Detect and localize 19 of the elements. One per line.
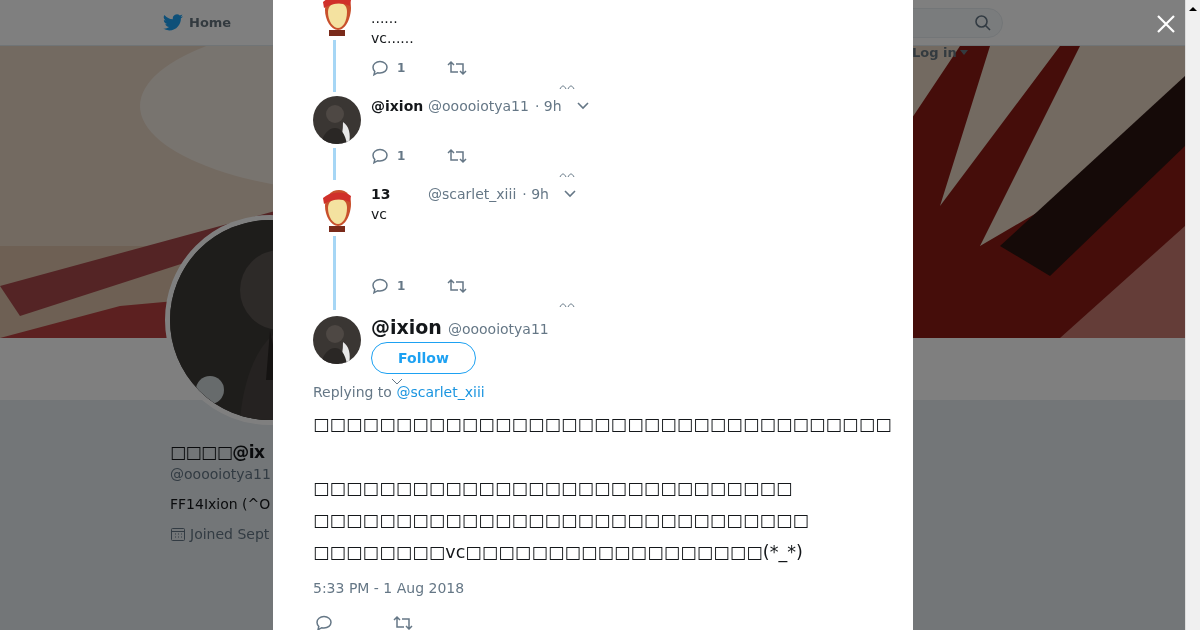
mention-link[interactable]: @scarlet_xiii bbox=[396, 384, 485, 400]
tweet-text: □□□□□□□□□□□□□□□□□□□□□□□□□□□□□□□□□□□ □□□□□□□□□□□□□□□□□□□□□□□□□□□□□ □□□□□□□□□□□□□□□□□□□□□□□□□□□□□□ □□□□□□□□vc□□□□□□□□□□□□□□□□□□(*_*) bbox=[313, 413, 892, 565]
replying-to-text: Replying to @scarlet_xiii bbox=[313, 384, 485, 400]
profile-handle: @ooooiotya11 bbox=[170, 466, 272, 482]
caret-icon bbox=[391, 378, 403, 386]
join-date: Joined Sept bbox=[190, 526, 270, 542]
calendar-icon bbox=[170, 526, 186, 542]
retweet-icon[interactable] bbox=[393, 614, 413, 630]
tweet-timestamp[interactable]: 5:33 PM - 1 Aug 2018 bbox=[313, 580, 913, 596]
bird-icon bbox=[163, 14, 183, 31]
profile-bio: FF14Ixion (^O bbox=[170, 496, 272, 512]
close-icon[interactable] bbox=[1156, 14, 1176, 34]
search-icon[interactable] bbox=[974, 13, 992, 32]
profile-name: □□□□@ix bbox=[170, 442, 265, 462]
reply-icon[interactable] bbox=[315, 614, 333, 630]
tweet-text: ...... vc...... bbox=[371, 10, 414, 46]
home-tab[interactable]: Home bbox=[163, 14, 232, 31]
scrollbar[interactable] bbox=[1185, 0, 1200, 630]
follow-button[interactable]: Follow bbox=[371, 342, 476, 374]
